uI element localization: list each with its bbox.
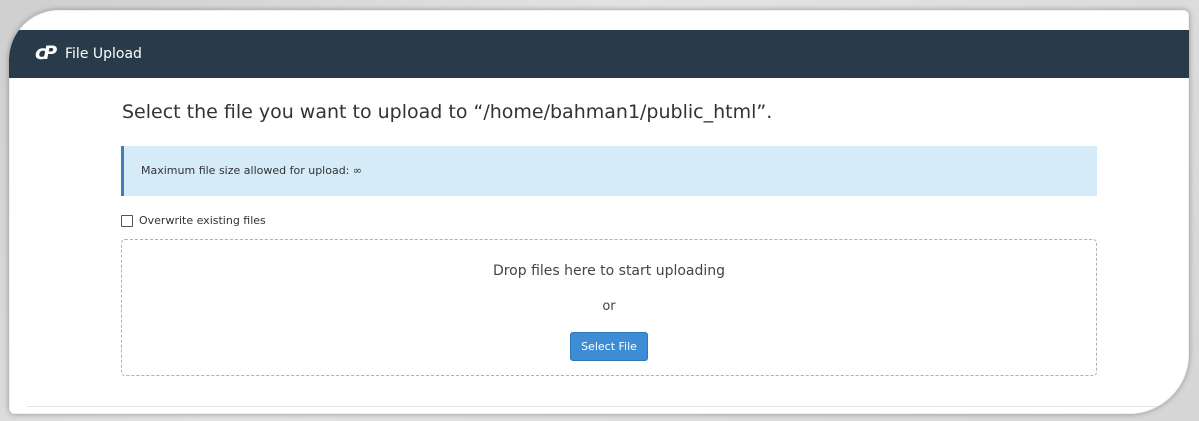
header-bar: cP File Upload: [9, 30, 1189, 78]
page-header-title: File Upload: [65, 46, 142, 62]
cpanel-logo-icon[interactable]: cP: [35, 42, 57, 64]
select-file-button[interactable]: Select File: [570, 332, 648, 361]
overwrite-label: Overwrite existing files: [139, 214, 266, 227]
upload-window: cP File Upload Select the file you want …: [9, 10, 1189, 414]
bottom-divider: [27, 406, 1167, 407]
drop-instructions: Drop files here to start uploading: [492, 263, 726, 279]
main-content: Select the file you want to upload to “/…: [9, 78, 1189, 408]
or-separator: or: [602, 299, 616, 314]
info-alert: Maximum file size allowed for upload: ∞: [121, 146, 1097, 196]
page-title: Select the file you want to upload to “/…: [122, 101, 773, 123]
overwrite-option[interactable]: Overwrite existing files: [121, 214, 266, 228]
overwrite-checkbox[interactable]: [121, 215, 133, 227]
file-dropzone[interactable]: Drop files here to start uploading or Se…: [121, 239, 1097, 376]
max-file-size-text: Maximum file size allowed for upload: ∞: [141, 164, 363, 177]
